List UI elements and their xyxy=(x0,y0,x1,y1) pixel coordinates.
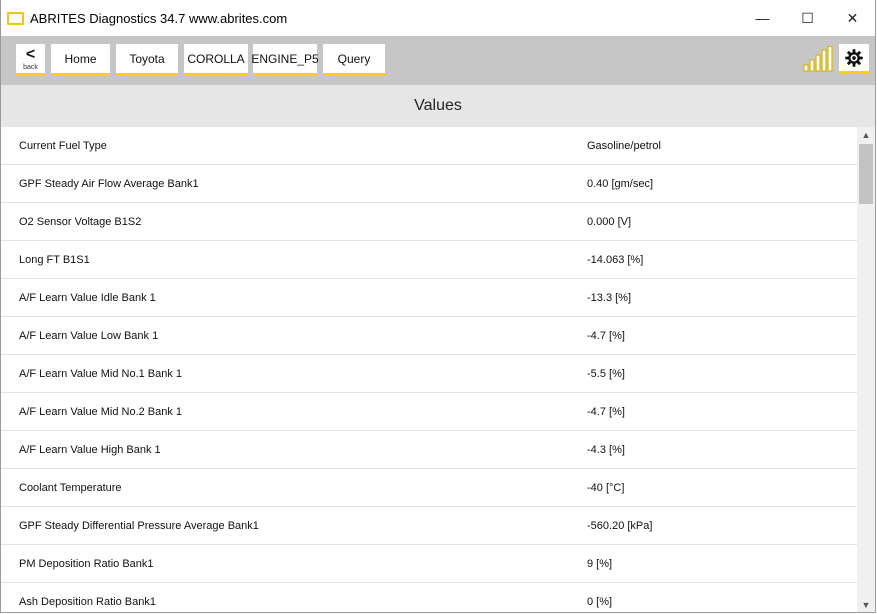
parameter-value: 9 [%] xyxy=(587,557,613,570)
parameter-value: -4.7 [%] xyxy=(587,405,625,418)
breadcrumb-toyota[interactable]: Toyota xyxy=(116,44,178,76)
back-button[interactable]: < back xyxy=(16,44,45,76)
breadcrumb-corolla[interactable]: COROLLA xyxy=(184,44,248,76)
parameter-name: A/F Learn Value High Bank 1 xyxy=(19,443,161,456)
parameter-value: -560.20 [kPa] xyxy=(587,519,653,532)
value-row: GPF Steady Air Flow Average Bank1 0.40 [g… xyxy=(1,165,859,203)
section-header: Values xyxy=(1,85,875,127)
parameter-value: 0.000 [V] xyxy=(587,215,632,228)
app-logo-icon xyxy=(7,11,24,25)
minimize-button[interactable]: — xyxy=(740,0,785,36)
parameter-value: -5.5 [%] xyxy=(587,367,625,380)
parameter-name: GPF Steady Air Flow Average Bank1 xyxy=(19,177,199,190)
parameter-name: Long FT B1S1 xyxy=(19,253,90,266)
back-label: back xyxy=(23,64,38,71)
navigation-toolbar: < back Home Toyota COROLLA ENGINE_P5 Que… xyxy=(1,36,875,85)
value-row: Coolant Temperature -40 [°C] xyxy=(1,469,859,507)
value-row: Long FT B1S1 -14.063 [%] xyxy=(1,241,859,279)
parameter-value: -13.3 [%] xyxy=(587,291,632,304)
scrollbar-thumb[interactable] xyxy=(859,144,873,204)
value-row: GPF Steady Differential Pressure Average… xyxy=(1,507,859,545)
scroll-down-icon[interactable]: ▼ xyxy=(857,597,875,612)
gear-icon xyxy=(845,48,863,67)
value-row: Current Fuel Type Gasoline/petrol xyxy=(1,127,859,165)
parameter-value: -4.7 [%] xyxy=(587,329,625,342)
signal-bars-icon xyxy=(803,46,833,72)
window-title: ABRITES Diagnostics 34.7 www.abrites.com xyxy=(30,10,288,26)
parameter-name: Ash Deposition Ratio Bank1 xyxy=(19,595,156,608)
parameter-value: 0 [%] xyxy=(587,595,613,608)
value-row: PM Deposition Ratio Bank1 9 [%] xyxy=(1,545,859,583)
parameter-name: A/F Learn Value Low Bank 1 xyxy=(19,329,159,342)
parameter-name: Coolant Temperature xyxy=(19,481,122,494)
maximize-button[interactable]: ☐ xyxy=(785,0,830,36)
title-bar: ABRITES Diagnostics 34.7 www.abrites.com… xyxy=(1,0,875,36)
value-row: A/F Learn Value Low Bank 1 -4.7 [%] xyxy=(1,317,859,355)
scroll-up-icon[interactable]: ▲ xyxy=(857,127,875,143)
vertical-scrollbar[interactable]: ▲ ▼ xyxy=(857,127,875,612)
window-controls: — ☐ ✕ xyxy=(740,0,875,36)
values-list: Current Fuel Type Gasoline/petrol GPF Ste… xyxy=(1,127,859,612)
application-window: ABRITES Diagnostics 34.7 www.abrites.com… xyxy=(0,0,876,613)
parameter-name: GPF Steady Differential Pressure Average… xyxy=(19,519,259,532)
parameter-value: 0.40 [gm/sec] xyxy=(587,177,654,190)
breadcrumb-home[interactable]: Home xyxy=(51,44,110,76)
value-row: Ash Deposition Ratio Bank1 0 [%] xyxy=(1,583,859,612)
close-button[interactable]: ✕ xyxy=(830,0,875,36)
parameter-name: A/F Learn Value Mid No.1 Bank 1 xyxy=(19,367,183,380)
parameter-name: A/F Learn Value Idle Bank 1 xyxy=(19,291,156,304)
parameter-name: PM Deposition Ratio Bank1 xyxy=(19,557,154,570)
breadcrumb-engine[interactable]: ENGINE_P5 xyxy=(251,44,319,76)
parameter-name: O2 Sensor Voltage B1S2 xyxy=(19,215,142,228)
parameter-value: Gasoline/petrol xyxy=(587,139,661,152)
settings-button[interactable] xyxy=(839,44,869,74)
parameter-value: -40 [°C] xyxy=(587,481,625,494)
section-title: Values xyxy=(414,97,462,114)
value-row: A/F Learn Value High Bank 1 -4.3 [%] xyxy=(1,431,859,469)
parameter-value: -4.3 [%] xyxy=(587,443,625,456)
value-row: A/F Learn Value Mid No.2 Bank 1 -4.7 [%] xyxy=(1,393,859,431)
breadcrumb-query[interactable]: Query xyxy=(323,44,385,76)
back-arrow-icon: < xyxy=(25,46,36,63)
value-row: A/F Learn Value Idle Bank 1 -13.3 [%] xyxy=(1,279,859,317)
value-row: O2 Sensor Voltage B1S2 0.000 [V] xyxy=(1,203,859,241)
parameter-value: -14.063 [%] xyxy=(587,253,644,266)
value-row: A/F Learn Value Mid No.1 Bank 1 -5.5 [%] xyxy=(1,355,859,393)
parameter-name: Current Fuel Type xyxy=(19,139,107,152)
parameter-name: A/F Learn Value Mid No.2 Bank 1 xyxy=(19,405,183,418)
